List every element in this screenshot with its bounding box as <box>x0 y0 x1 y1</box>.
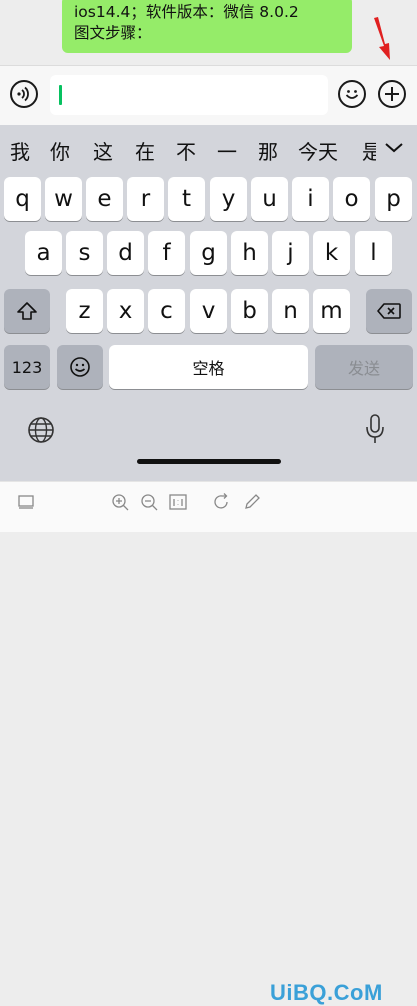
candidate-word[interactable]: 这 <box>93 136 113 165</box>
chevron-down-icon[interactable] <box>383 139 405 157</box>
key-t[interactable]: t <box>168 177 205 221</box>
key-k[interactable]: k <box>313 231 350 275</box>
candidate-word[interactable]: 你 <box>50 136 70 165</box>
keyboard: 我 你 这 在 不 一 那 今天 是 q w e r t y u i o p a… <box>0 125 417 481</box>
key-p[interactable]: p <box>375 177 412 221</box>
delete-key[interactable] <box>366 289 412 333</box>
rotate-icon[interactable] <box>212 492 232 512</box>
candidate-word[interactable]: 一 <box>217 136 237 165</box>
viewer-toolbar: UiBQ.CoM <box>0 481 417 1005</box>
key-h[interactable]: h <box>231 231 268 275</box>
voice-icon <box>17 86 29 102</box>
message-line-1: ios14.4；软件版本：微信 8.0.2 <box>74 3 299 21</box>
candidate-word[interactable]: 今天 <box>298 136 338 165</box>
key-c[interactable]: c <box>148 289 185 333</box>
key-o[interactable]: o <box>333 177 370 221</box>
key-z[interactable]: z <box>66 289 103 333</box>
emoji-icon <box>70 357 90 377</box>
chat-area: ios14.4；软件版本：微信 8.0.2 图文步骤： <box>0 0 417 65</box>
key-j[interactable]: j <box>272 231 309 275</box>
layout-icon[interactable] <box>16 492 36 512</box>
key-w[interactable]: w <box>45 177 82 221</box>
key-a[interactable]: a <box>25 231 62 275</box>
key-s[interactable]: s <box>66 231 103 275</box>
input-bar <box>0 65 417 126</box>
key-e[interactable]: e <box>86 177 123 221</box>
key-n[interactable]: n <box>272 289 309 333</box>
key-f[interactable]: f <box>148 231 185 275</box>
text-caret <box>59 85 62 105</box>
candidate-word[interactable]: 是 <box>362 136 376 165</box>
key-r[interactable]: r <box>127 177 164 221</box>
shift-key[interactable] <box>4 289 50 333</box>
message-input[interactable] <box>50 75 328 115</box>
key-q[interactable]: q <box>4 177 41 221</box>
candidate-bar: 我 你 这 在 不 一 那 今天 是 <box>0 125 417 173</box>
key-g[interactable]: g <box>190 231 227 275</box>
microphone-icon[interactable] <box>364 413 386 445</box>
pen-icon[interactable] <box>242 492 262 512</box>
shift-icon <box>17 302 37 320</box>
message-bubble[interactable]: ios14.4；软件版本：微信 8.0.2 图文步骤： <box>62 0 352 53</box>
key-d[interactable]: d <box>107 231 144 275</box>
emoji-button[interactable] <box>338 80 366 108</box>
plus-icon <box>385 87 399 101</box>
key-y[interactable]: y <box>210 177 247 221</box>
home-indicator <box>137 459 281 464</box>
candidate-word[interactable]: 在 <box>135 136 155 165</box>
emoji-key[interactable] <box>57 345 103 389</box>
candidate-word[interactable]: 我 <box>10 136 30 165</box>
actual-size-icon[interactable] <box>168 492 188 512</box>
key-i[interactable]: i <box>292 177 329 221</box>
numbers-key[interactable]: 123 <box>4 345 50 389</box>
key-x[interactable]: x <box>107 289 144 333</box>
watermark-logo: UiBQ.CoM <box>270 980 383 1005</box>
red-arrow-annotation <box>374 17 390 60</box>
key-l[interactable]: l <box>355 231 392 275</box>
backspace-icon <box>377 303 401 319</box>
candidate-word[interactable]: 不 <box>176 136 196 165</box>
key-u[interactable]: u <box>251 177 288 221</box>
plus-button[interactable] <box>378 80 406 108</box>
space-key[interactable]: 空格 <box>109 345 308 389</box>
message-line-2: 图文步骤： <box>74 24 152 42</box>
key-b[interactable]: b <box>231 289 268 333</box>
candidate-word[interactable]: 那 <box>258 136 278 165</box>
zoom-out-icon[interactable] <box>139 492 159 512</box>
zoom-in-icon[interactable] <box>110 492 130 512</box>
globe-icon[interactable] <box>27 416 55 444</box>
key-v[interactable]: v <box>190 289 227 333</box>
voice-button[interactable] <box>10 80 38 108</box>
send-key[interactable]: 发送 <box>315 345 413 389</box>
key-m[interactable]: m <box>313 289 350 333</box>
emoji-icon <box>345 90 359 99</box>
